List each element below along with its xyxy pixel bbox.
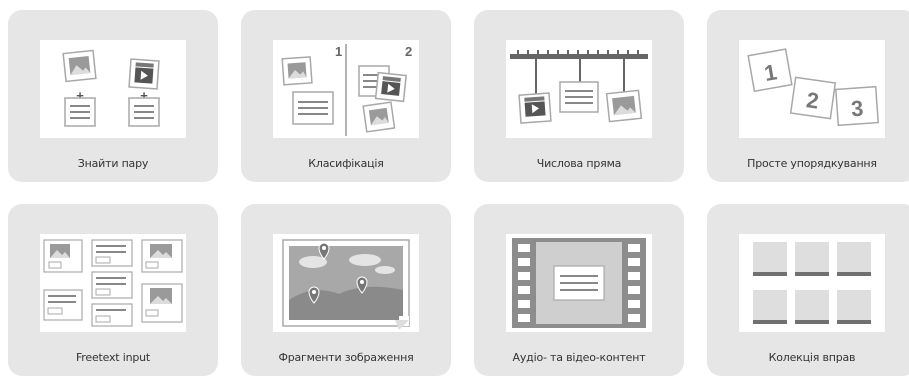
audio-video-content-icon (512, 238, 646, 328)
tile-find-pair[interactable]: + + Знайти пару (8, 10, 218, 182)
image-fragments-icon (282, 239, 410, 330)
classification-left-num: 1 (335, 44, 342, 59)
tile-label: Знайти пару (77, 157, 149, 170)
tile-simple-ordering[interactable]: 1 2 3 Просте упорядкування (707, 10, 909, 182)
tile-label: Числова пряма (536, 157, 622, 170)
classification-thumbnail: 1 2 (273, 40, 419, 138)
tile-label: Freetext input (75, 351, 151, 364)
number-line-icon (510, 50, 648, 124)
tile-label: Просте упорядкування (747, 157, 877, 170)
tile-label: Колекція вправ (768, 351, 856, 364)
find-pair-icon: + + (62, 49, 160, 127)
tile-image-fragments[interactable]: Фрагменти зображення (241, 204, 451, 376)
freetext-input-thumbnail (40, 234, 186, 332)
tile-label: Аудіо- та відео-контент (512, 351, 646, 364)
simple-ordering-thumbnail: 1 2 3 (739, 40, 885, 138)
number-line-thumbnail (506, 40, 652, 138)
exercise-collection-icon (753, 242, 871, 324)
find-pair-thumbnail: + + (40, 40, 186, 138)
classification-icon: 1 2 (281, 44, 412, 136)
simple-ordering-icon: 1 2 3 (747, 48, 880, 127)
tile-freetext-input[interactable]: Freetext input (8, 204, 218, 376)
exercise-collection-thumbnail (739, 234, 885, 332)
image-fragments-thumbnail (273, 234, 419, 332)
freetext-input-icon (43, 239, 183, 327)
tile-audio-video-content[interactable]: Аудіо- та відео-контент (474, 204, 684, 376)
tile-number-line[interactable]: Числова пряма (474, 10, 684, 182)
tile-label: Фрагменти зображення (278, 351, 414, 364)
tile-label: Класифікація (308, 157, 384, 170)
tile-classification[interactable]: 1 2 Класифікація (241, 10, 451, 182)
classification-right-num: 2 (405, 44, 412, 59)
ordering-num-3: 3 (850, 96, 864, 122)
audio-video-thumbnail (506, 234, 652, 332)
tile-exercise-collection[interactable]: Колекція вправ (707, 204, 909, 376)
exercise-type-grid: + + Знайти пару 1 2 Класифікація Числова… (0, 0, 909, 378)
